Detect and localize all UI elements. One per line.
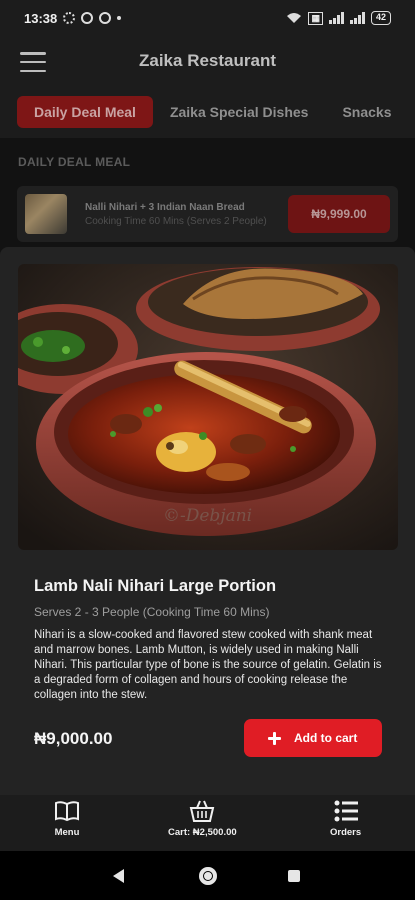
battery-icon: 42: [370, 11, 391, 25]
tab-daily-deal-meal[interactable]: Daily Deal Meal: [17, 96, 153, 128]
tab-snacks[interactable]: Snacks: [325, 96, 408, 128]
nav-menu[interactable]: Menu: [54, 799, 80, 838]
book-icon: [55, 801, 79, 822]
add-to-cart-button[interactable]: Add to cart: [244, 719, 382, 757]
nav-menu-label: Menu: [54, 827, 80, 838]
hd-icon: ▦: [308, 11, 323, 25]
home-icon[interactable]: [199, 867, 217, 885]
photo-watermark: ©-Debjani: [163, 506, 252, 526]
deal-meta: Cooking Time 60 Mins (Serves 2 People): [85, 215, 267, 227]
whatsapp-icon: [81, 12, 94, 24]
status-bar: 13:38 ▦ 42: [0, 0, 415, 36]
dish-price: ₦9,000.00: [34, 729, 113, 748]
section-label: DAILY DEAL MEAL: [18, 155, 131, 169]
tab-zaika-special-dishes[interactable]: Zaika Special Dishes: [153, 96, 326, 128]
nav-cart[interactable]: Cart: ₦2,500.00: [168, 799, 237, 838]
gear-icon: [63, 12, 76, 24]
dish-description: Nihari is a slow-cooked and flavored ste…: [34, 629, 382, 701]
recents-icon[interactable]: [288, 870, 300, 882]
dish-title: Lamb Nali Nihari Large Portion: [34, 577, 277, 595]
add-to-cart-label: Add to cart: [294, 731, 358, 745]
dish-detail-sheet: ©-Debjani Lamb Nali Nihari Large Portion…: [0, 247, 415, 795]
hamburger-icon[interactable]: [20, 52, 46, 72]
bottom-nav: Menu Cart: ₦2,500.00 Orders: [0, 795, 415, 851]
deal-thumbnail: [25, 194, 67, 234]
status-time: 13:38: [24, 10, 58, 26]
back-icon[interactable]: [113, 869, 124, 883]
dish-serves: Serves 2 - 3 People (Cooking Time 60 Min…: [34, 605, 270, 619]
nav-orders-label: Orders: [330, 827, 362, 838]
wifi-icon: [287, 13, 302, 23]
category-tabs: Daily Deal Meal Zaika Special Dishes Sna…: [0, 86, 415, 138]
deal-price-button[interactable]: ₦9,999.00: [288, 195, 390, 233]
whatsapp-icon: [99, 12, 112, 24]
page-title: Zaika Restaurant: [139, 51, 276, 70]
list-icon: [334, 800, 358, 822]
signal-icon: [328, 12, 344, 24]
signal-icon: [349, 12, 365, 24]
nav-cart-label: Cart: ₦2,500.00: [168, 827, 237, 838]
dish-photo: ©-Debjani: [18, 264, 398, 550]
plus-icon: [268, 731, 281, 745]
list-item[interactable]: Nalli Nihari + 3 Indian Naan Bread Cooki…: [17, 186, 398, 242]
nav-orders[interactable]: Orders: [330, 799, 361, 838]
system-nav-bar: [0, 851, 415, 900]
app-bar: Zaika Restaurant: [0, 36, 415, 86]
battery-level: 42: [375, 12, 386, 22]
dot-icon: [117, 16, 122, 20]
basket-icon: [190, 800, 215, 822]
deal-name: Nalli Nihari + 3 Indian Naan Bread: [85, 201, 245, 213]
